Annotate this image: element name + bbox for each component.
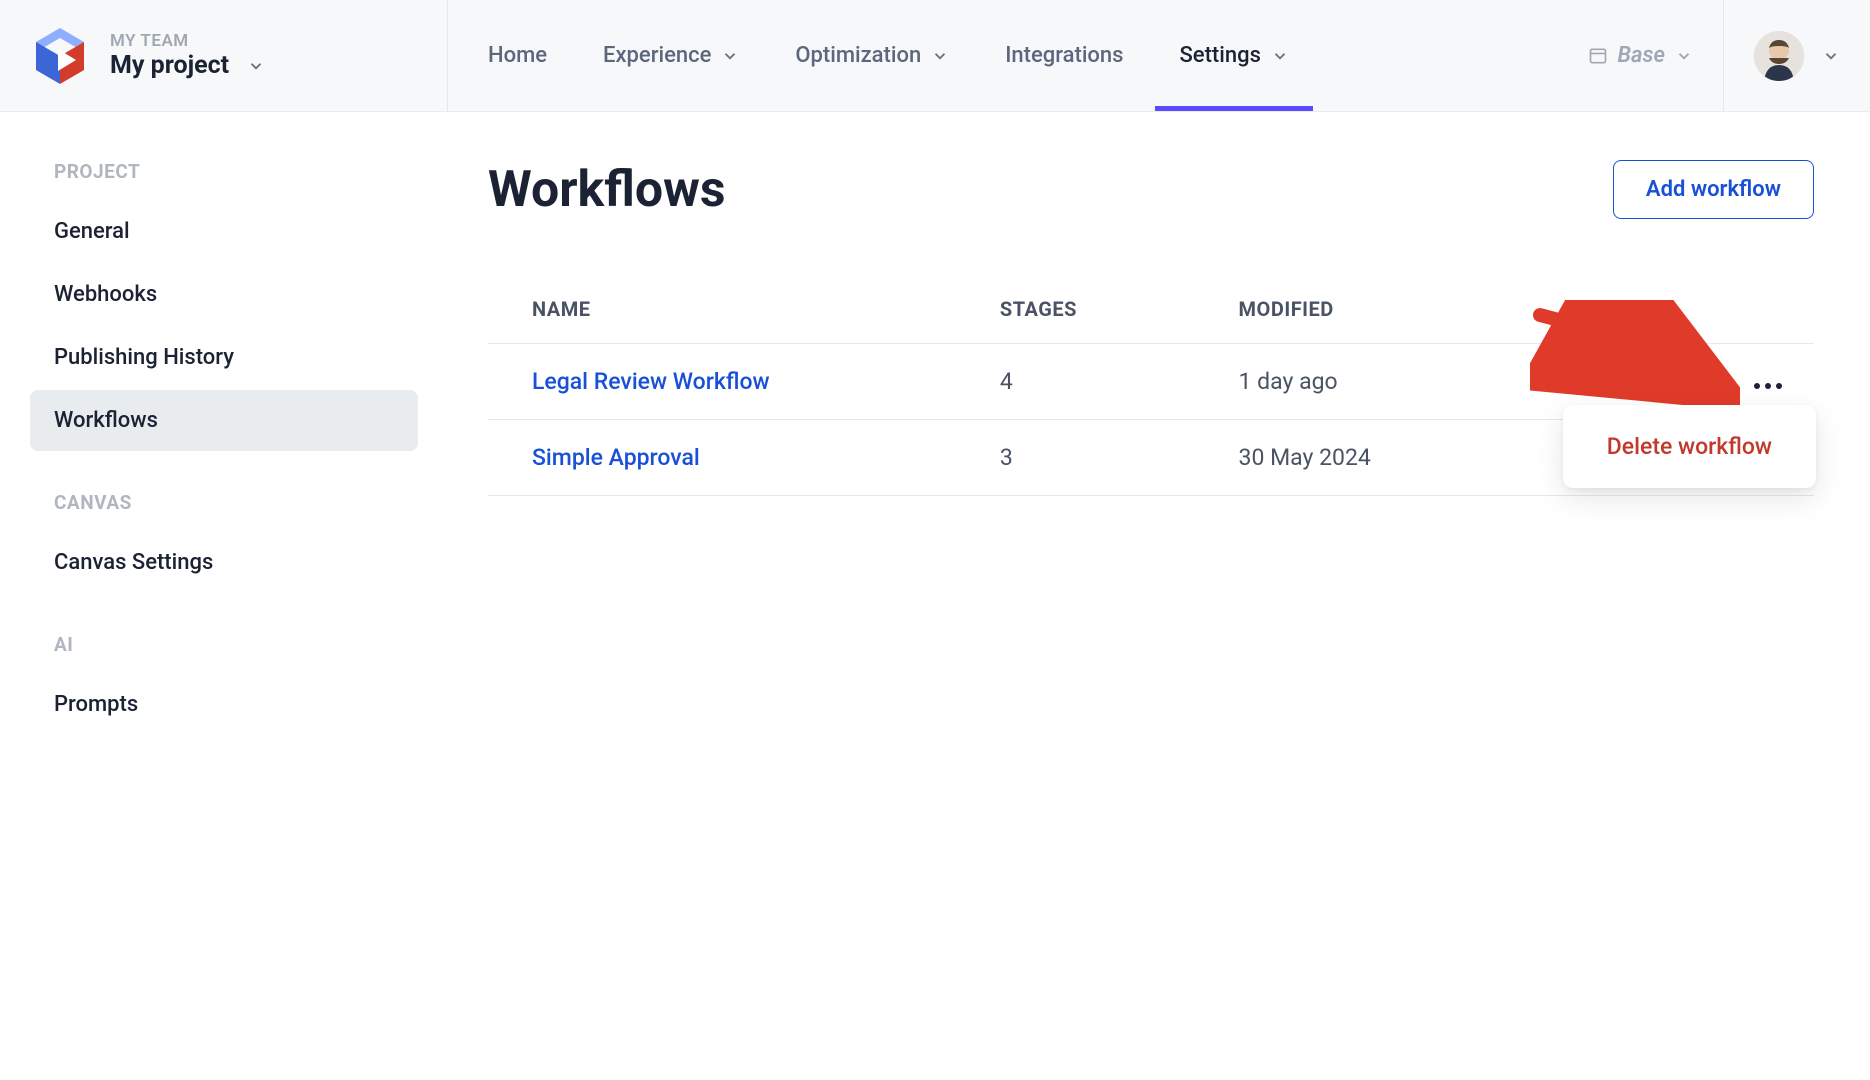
sidebar-heading-canvas: CANVAS <box>54 491 394 514</box>
product-logo-icon <box>28 24 92 88</box>
chevron-down-icon <box>931 47 949 65</box>
sidebar-item-publishing-history[interactable]: Publishing History <box>30 327 418 388</box>
top-header: MY TEAM My project Home Experience Optim… <box>0 0 1870 112</box>
team-label: MY TEAM <box>110 31 265 51</box>
chevron-down-icon <box>721 47 739 65</box>
nav-experience[interactable]: Experience <box>575 0 767 111</box>
project-name: My project <box>110 51 229 80</box>
nav-home[interactable]: Home <box>460 0 575 111</box>
chevron-down-icon <box>247 57 265 75</box>
col-name: NAME <box>488 275 992 344</box>
base-label: Base <box>1618 43 1665 68</box>
dots-icon <box>1754 383 1760 389</box>
add-workflow-button[interactable]: Add workflow <box>1613 160 1814 219</box>
settings-sidebar: PROJECT General Webhooks Publishing Hist… <box>0 112 448 785</box>
project-selector[interactable]: My project <box>110 51 265 80</box>
base-switcher[interactable]: Base <box>1558 0 1723 111</box>
workflow-stages: 3 <box>992 420 1231 496</box>
col-modified: MODIFIED <box>1231 275 1682 344</box>
nav-integrations[interactable]: Integrations <box>977 0 1151 111</box>
chevron-down-icon <box>1271 47 1289 65</box>
sidebar-item-canvas-settings[interactable]: Canvas Settings <box>30 532 418 593</box>
row-context-menu: Delete workflow <box>1563 405 1816 488</box>
col-stages: STAGES <box>992 275 1231 344</box>
sidebar-item-general[interactable]: General <box>30 201 418 262</box>
panel-icon <box>1588 46 1608 66</box>
primary-nav: Home Experience Optimization Integration… <box>448 0 1329 111</box>
project-brand: MY TEAM My project <box>0 0 448 111</box>
row-actions-button[interactable] <box>1746 379 1790 393</box>
page-title: Workflows <box>488 161 726 219</box>
workflow-stages: 4 <box>992 344 1231 420</box>
workflow-name-link[interactable]: Legal Review Workflow <box>488 344 992 420</box>
avatar <box>1754 31 1804 81</box>
sidebar-heading-project: PROJECT <box>54 160 394 183</box>
chevron-down-icon <box>1822 47 1840 65</box>
col-actions <box>1681 275 1814 344</box>
chevron-down-icon <box>1675 47 1693 65</box>
header-right: Base <box>1558 0 1870 111</box>
nav-optimization[interactable]: Optimization <box>767 0 977 111</box>
account-menu[interactable] <box>1723 0 1870 111</box>
sidebar-item-workflows[interactable]: Workflows <box>30 390 418 451</box>
workflow-name-link[interactable]: Simple Approval <box>488 420 992 496</box>
sidebar-heading-ai: AI <box>54 633 394 656</box>
delete-workflow-item[interactable]: Delete workflow <box>1607 433 1772 460</box>
main-content: Workflows Add workflow NAME STAGES MODIF… <box>448 112 1870 785</box>
sidebar-item-webhooks[interactable]: Webhooks <box>30 264 418 325</box>
sidebar-item-prompts[interactable]: Prompts <box>30 674 418 735</box>
nav-settings[interactable]: Settings <box>1151 0 1316 111</box>
